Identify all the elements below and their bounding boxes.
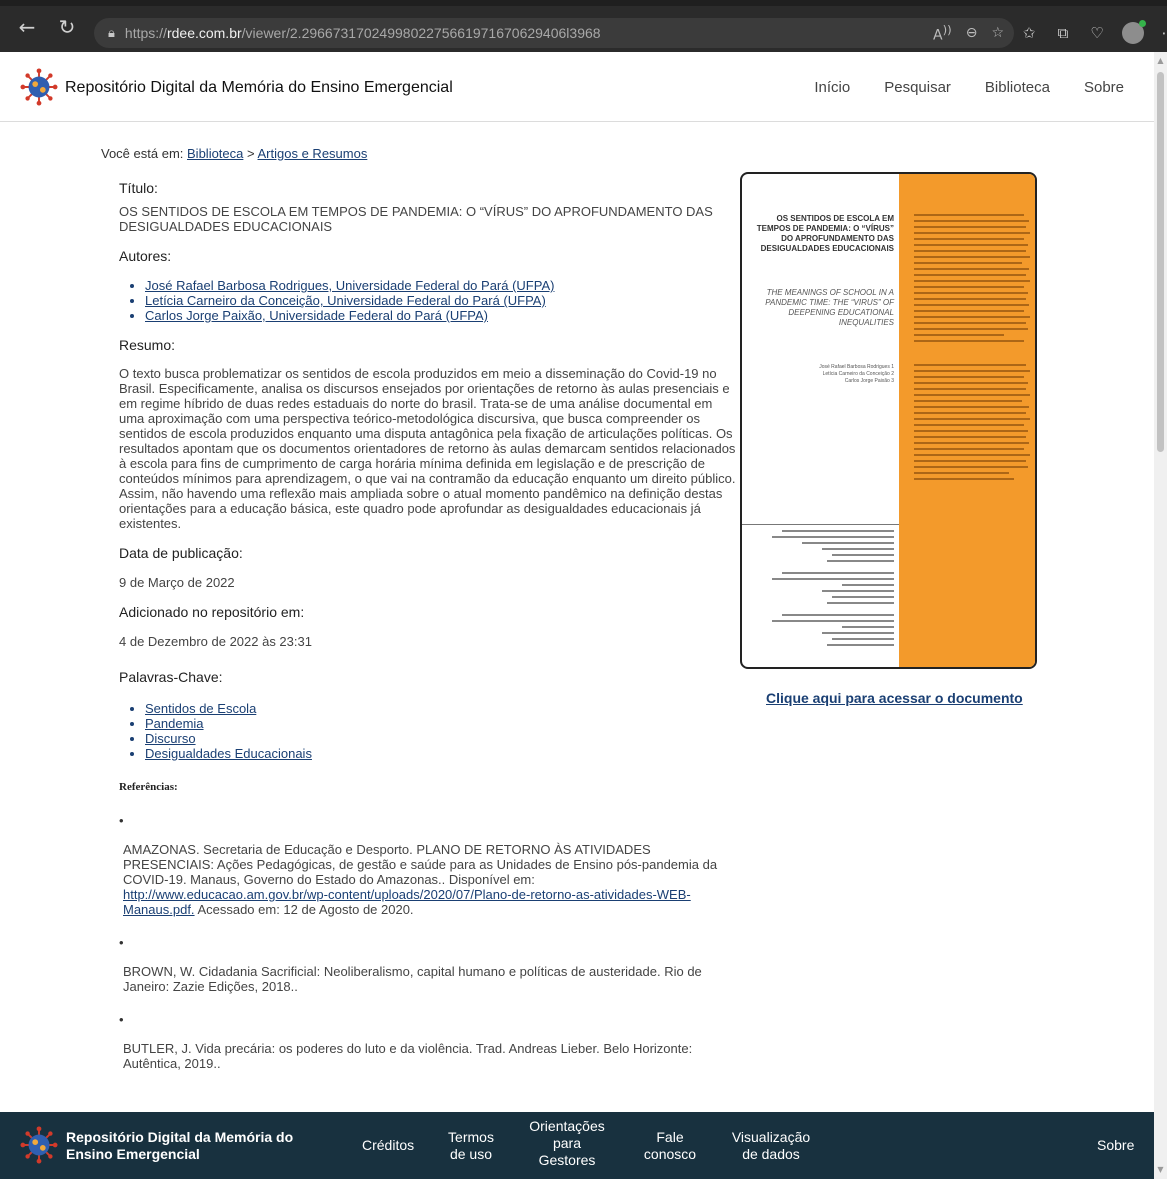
virus-logo-icon[interactable]	[20, 68, 58, 106]
authors-label: Autores:	[119, 248, 172, 264]
keyword-item: Pandemia	[145, 716, 739, 731]
scroll-down-icon[interactable]: ▼	[1156, 1165, 1165, 1175]
reference-bullet: •	[119, 935, 124, 950]
author-item: José Rafael Barbosa Rodrigues, Universid…	[145, 278, 739, 293]
keywords-label: Palavras-Chave:	[119, 669, 223, 685]
more-icon[interactable]: ⋯	[1160, 24, 1167, 42]
profile-avatar[interactable]	[1122, 20, 1146, 44]
address-bar[interactable]: 🔒︎ https://rdee.com.br/viewer/2.29667317…	[94, 18, 1014, 48]
abstract-label: Resumo:	[119, 337, 176, 353]
breadcrumb-biblioteca[interactable]: Biblioteca	[187, 146, 243, 161]
nav-sobre[interactable]: Sobre	[1084, 79, 1124, 96]
document-thumbnail[interactable]: OS SENTIDOS DE ESCOLA EM TEMPOS DE PANDE…	[740, 172, 1037, 669]
footer-visualizacao[interactable]: Visualização de dados	[726, 1129, 816, 1163]
references-label: Referências:	[119, 781, 178, 793]
zoom-icon[interactable]: ⊖	[966, 25, 978, 41]
favorite-star-icon[interactable]: ☆	[991, 25, 1004, 41]
url-text: https://rdee.com.br/viewer/2.29667317024…	[124, 25, 601, 41]
author-item: Carlos Jorge Paixão, Universidade Federa…	[145, 308, 739, 323]
author-item: Letícia Carneiro da Conceição, Universid…	[145, 293, 739, 308]
added-label: Adicionado no repositório em:	[119, 604, 305, 620]
virus-logo-icon[interactable]	[20, 1126, 58, 1164]
scroll-thumb[interactable]	[1157, 72, 1164, 452]
pub-date: 9 de Março de 2022	[119, 575, 235, 590]
reference-item: BUTLER, J. Vida precária: os poderes do …	[123, 1041, 693, 1071]
access-document-link[interactable]: Clique aqui para acessar o documento	[766, 690, 1023, 706]
page-scrollbar[interactable]: ▲ ▼	[1154, 52, 1167, 1179]
lock-icon: 🔒︎	[108, 25, 115, 41]
document-fine-print	[772, 214, 1030, 646]
footer-site-title[interactable]: Repositório Digital da Memória do Ensino…	[66, 1129, 336, 1163]
nav-inicio[interactable]: Início	[814, 79, 850, 96]
authors-list: José Rafael Barbosa Rodrigues, Universid…	[145, 278, 739, 323]
article-details: Título: OS SENTIDOS DE ESCOLA EM TEMPOS …	[119, 180, 739, 1071]
favorites-icon[interactable]: ✩	[1020, 24, 1038, 42]
nav-pesquisar[interactable]: Pesquisar	[884, 79, 951, 96]
footer-orientacoes[interactable]: Orientações para Gestores	[522, 1118, 612, 1169]
breadcrumb-artigos[interactable]: Artigos e Resumos	[258, 146, 368, 161]
reference-item: BROWN, W. Cidadania Sacrificial: Neolibe…	[123, 964, 702, 994]
reference-bullet: •	[119, 813, 124, 828]
site-title[interactable]: Repositório Digital da Memória do Ensino…	[65, 79, 453, 97]
read-aloud-icon[interactable]: A))	[933, 23, 952, 44]
keyword-item: Discurso	[145, 731, 739, 746]
footer-creditos[interactable]: Créditos	[362, 1137, 414, 1154]
footer-fale-conosco[interactable]: Fale conosco	[640, 1129, 700, 1163]
health-icon[interactable]: ♡	[1088, 24, 1106, 42]
collections-icon[interactable]: ⧉	[1054, 24, 1072, 42]
nav-biblioteca[interactable]: Biblioteca	[985, 79, 1050, 96]
site-header: Repositório Digital da Memória do Ensino…	[0, 52, 1154, 122]
browser-toolbar: ← ↻ 🔒︎ https://rdee.com.br/viewer/2.2966…	[0, 0, 1167, 52]
abstract-text: O texto busca problematizar os sentidos …	[119, 366, 736, 531]
back-icon[interactable]: ←	[10, 10, 44, 44]
refresh-icon[interactable]: ↻	[50, 10, 84, 44]
title-label: Título:	[119, 180, 158, 196]
keyword-item: Sentidos de Escola	[145, 701, 739, 716]
footer-termos[interactable]: Termos de uso	[446, 1129, 496, 1163]
reference-item: AMAZONAS. Secretaria de Educação e Despo…	[123, 842, 718, 917]
keywords-list: Sentidos de Escola Pandemia Discurso Des…	[145, 701, 739, 761]
breadcrumb: Você está em: Biblioteca > Artigos e Res…	[101, 146, 368, 161]
scroll-up-icon[interactable]: ▲	[1156, 56, 1165, 66]
footer-sobre[interactable]: Sobre	[1097, 1137, 1134, 1154]
reference-bullet: •	[119, 1012, 124, 1027]
added-date: 4 de Dezembro de 2022 às 23:31	[119, 634, 312, 649]
pub-date-label: Data de publicação:	[119, 545, 243, 561]
keyword-item: Desigualdades Educacionais	[145, 746, 739, 761]
top-nav: Início Pesquisar Biblioteca Sobre	[814, 79, 1124, 96]
site-footer: Repositório Digital da Memória do Ensino…	[0, 1112, 1154, 1179]
article-title: OS SENTIDOS DE ESCOLA EM TEMPOS DE PANDE…	[119, 204, 713, 234]
